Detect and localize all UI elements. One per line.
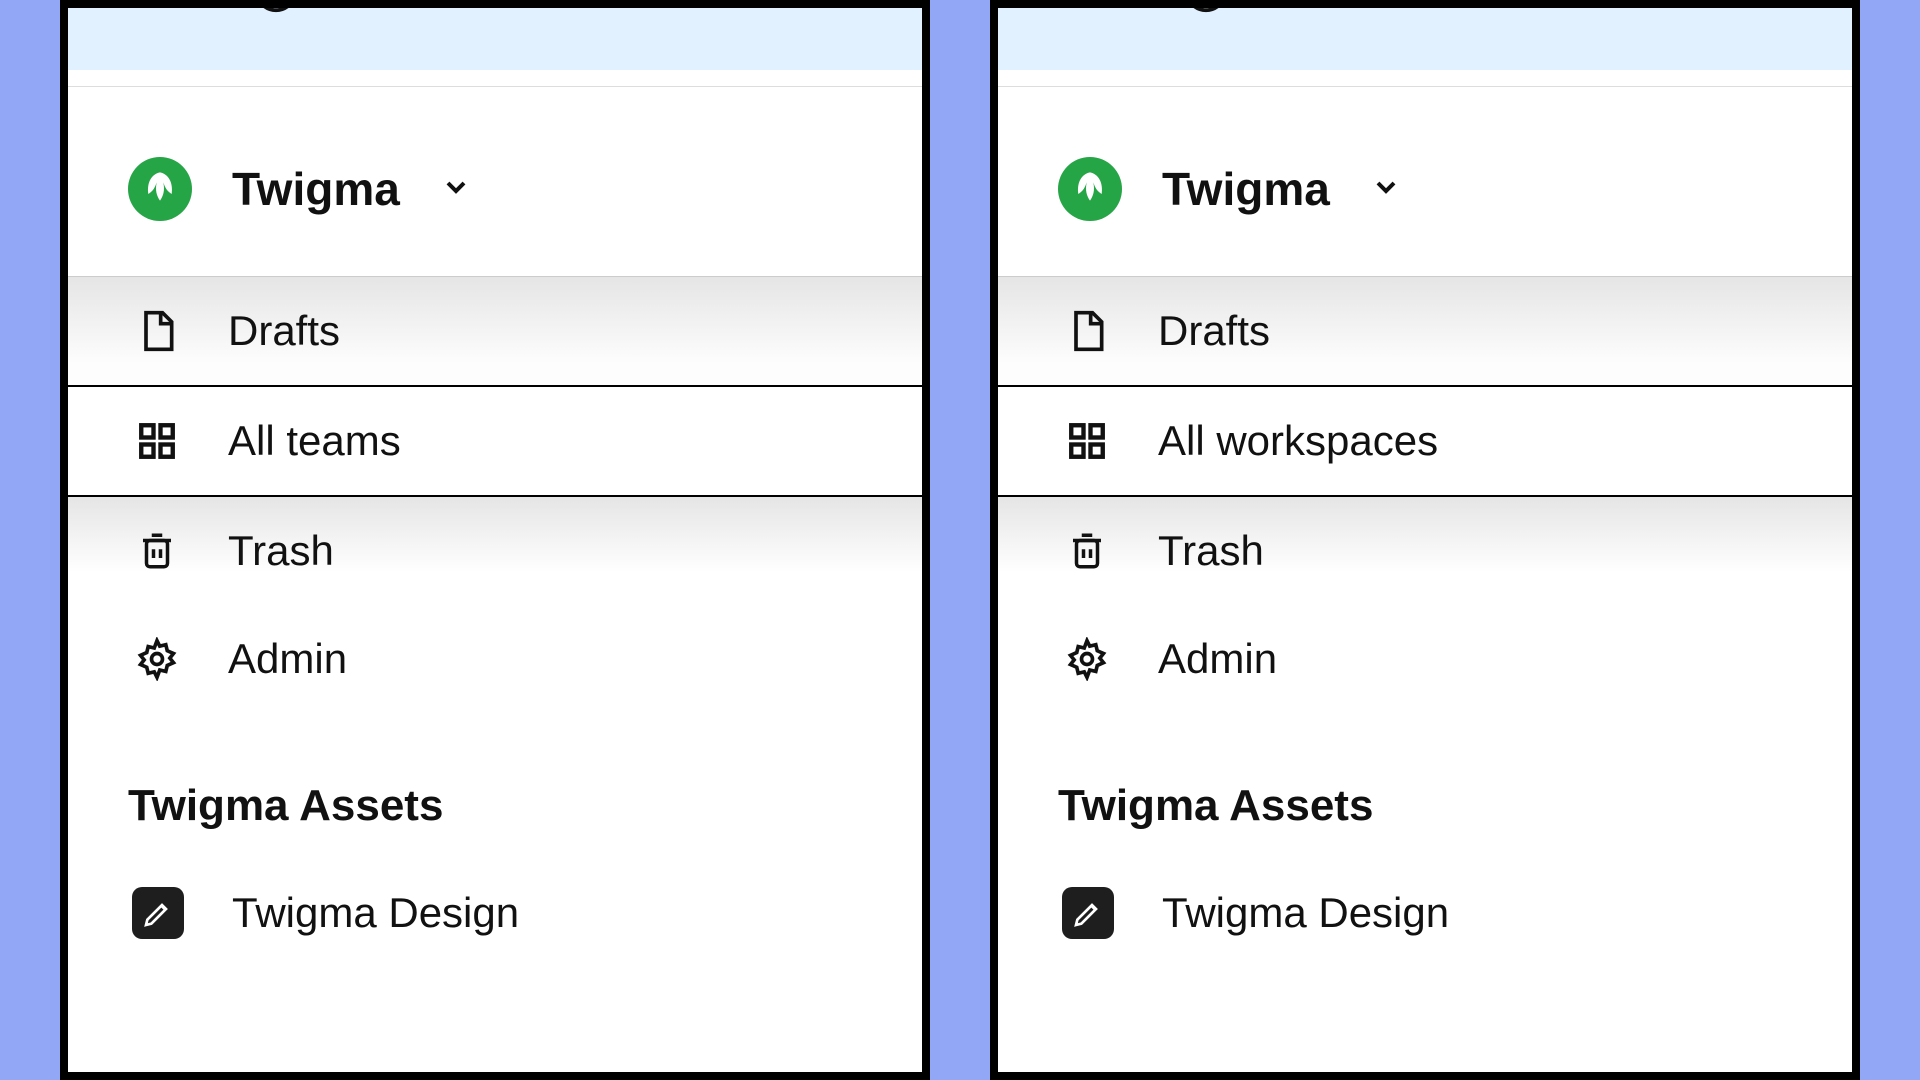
sidebar-panel-right: Recents Twigma Drafts All workspaces Tra… xyxy=(990,0,1860,1080)
nav-item-drafts[interactable]: Drafts xyxy=(998,276,1852,387)
nav-item-trash[interactable]: Trash xyxy=(68,497,922,605)
nav-label-drafts: Drafts xyxy=(1158,307,1270,355)
nav-item-trash[interactable]: Trash xyxy=(998,497,1852,605)
sidebar-panel-left: Recents Twigma Drafts All teams Trash xyxy=(60,0,930,1080)
asset-label-design: Twigma Design xyxy=(232,889,519,937)
nav-label-all-workspaces: All workspaces xyxy=(1158,417,1438,465)
trash-icon xyxy=(134,528,180,574)
gear-icon xyxy=(134,636,180,682)
file-icon xyxy=(1064,308,1110,354)
grid-icon xyxy=(134,418,180,464)
org-name-label: Twigma xyxy=(1162,162,1330,216)
org-logo-icon xyxy=(1058,157,1122,221)
chevron-down-icon xyxy=(1370,171,1402,208)
org-name-label: Twigma xyxy=(232,162,400,216)
gear-icon xyxy=(1064,636,1110,682)
pen-tool-icon xyxy=(1062,887,1114,939)
org-switcher[interactable]: Twigma xyxy=(998,87,1852,276)
org-switcher[interactable]: Twigma xyxy=(68,87,922,276)
grid-icon xyxy=(1064,418,1110,464)
asset-item-design[interactable]: Twigma Design xyxy=(998,867,1852,959)
asset-label-design: Twigma Design xyxy=(1162,889,1449,937)
nav-label-trash: Trash xyxy=(1158,527,1264,575)
nav-label-trash: Trash xyxy=(228,527,334,575)
nav-item-admin[interactable]: Admin xyxy=(68,605,922,713)
chevron-down-icon xyxy=(440,171,472,208)
nav-item-drafts[interactable]: Drafts xyxy=(68,276,922,387)
nav-label-all-teams: All teams xyxy=(228,417,401,465)
pen-tool-icon xyxy=(132,887,184,939)
org-logo-icon xyxy=(128,157,192,221)
nav-label-admin: Admin xyxy=(228,635,347,683)
nav-label-admin: Admin xyxy=(1158,635,1277,683)
nav-item-all-teams[interactable]: All teams xyxy=(68,387,922,497)
trash-icon xyxy=(1064,528,1110,574)
nav-label-drafts: Drafts xyxy=(228,307,340,355)
file-icon xyxy=(134,308,180,354)
nav-item-recents[interactable]: Recents xyxy=(998,8,1852,70)
clock-icon xyxy=(1182,0,1230,15)
nav-label-recents: Recents xyxy=(1278,0,1432,15)
nav-item-admin[interactable]: Admin xyxy=(998,605,1852,713)
nav-label-recents: Recents xyxy=(348,0,502,15)
section-title-assets: Twigma Assets xyxy=(998,713,1852,867)
clock-icon xyxy=(252,0,300,15)
nav-item-all-workspaces[interactable]: All workspaces xyxy=(998,387,1852,497)
section-title-assets: Twigma Assets xyxy=(68,713,922,867)
asset-item-design[interactable]: Twigma Design xyxy=(68,867,922,959)
nav-item-recents[interactable]: Recents xyxy=(68,8,922,70)
